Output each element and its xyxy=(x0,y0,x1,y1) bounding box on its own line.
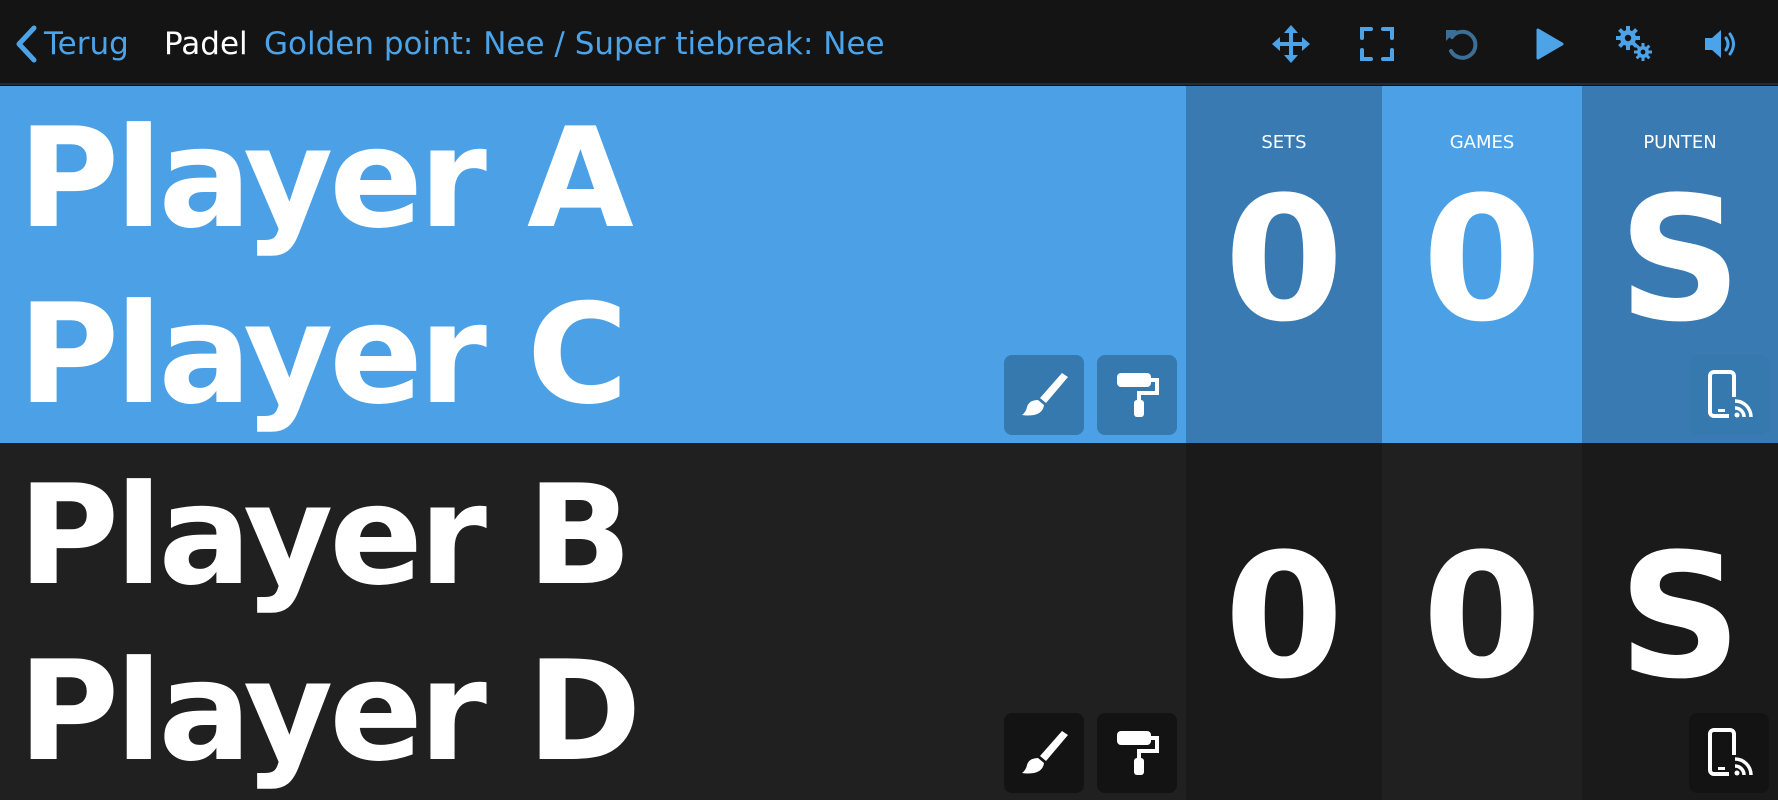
roller-button[interactable] xyxy=(1097,355,1177,435)
move-button[interactable] xyxy=(1269,22,1313,66)
games-header: GAMES xyxy=(1449,132,1515,153)
team-2-row[interactable]: Player B Player D 0 0 S xyxy=(0,443,1778,800)
games-score: 0 xyxy=(1422,516,1542,717)
settings-icon xyxy=(1616,26,1652,61)
match-rules: Golden point: Nee / Super tiebreak: Nee xyxy=(264,26,885,62)
games-column[interactable]: GAMES 0 xyxy=(1382,86,1582,443)
remote-button[interactable] xyxy=(1689,355,1769,435)
remote-button[interactable] xyxy=(1689,713,1769,793)
top-bar: Terug Padel Golden point: Nee / Super ti… xyxy=(0,0,1778,85)
player-name: Player D xyxy=(18,631,642,792)
chevron-left-icon xyxy=(16,25,37,63)
volume-button[interactable] xyxy=(1699,22,1743,66)
paint-roller-icon xyxy=(1117,731,1159,775)
fullscreen-button[interactable] xyxy=(1355,22,1399,66)
paint-brush-icon xyxy=(1022,731,1068,774)
player-name: Player A xyxy=(18,98,634,259)
sets-header: SETS xyxy=(1261,132,1307,153)
sets-column[interactable]: SETS 0 xyxy=(1186,86,1382,443)
play-button[interactable] xyxy=(1526,22,1570,66)
team-1-names: Player A Player C xyxy=(18,86,998,443)
points-score: S xyxy=(1618,159,1742,360)
paint-roller-icon xyxy=(1117,373,1159,417)
back-label: Terug xyxy=(44,26,129,62)
brush-button[interactable] xyxy=(1004,355,1084,435)
undo-icon xyxy=(1446,29,1478,60)
player-name: Player B xyxy=(18,455,632,616)
paint-brush-icon xyxy=(1022,373,1068,416)
phone-cast-icon xyxy=(1708,370,1755,421)
points-score: S xyxy=(1618,516,1742,717)
fullscreen-icon xyxy=(1360,27,1394,61)
sets-column[interactable]: 0 xyxy=(1186,443,1382,800)
points-header: PUNTEN xyxy=(1643,132,1717,153)
play-icon xyxy=(1536,28,1564,60)
games-column[interactable]: 0 xyxy=(1382,443,1582,800)
sport-title: Padel xyxy=(164,26,248,62)
back-button[interactable]: Terug xyxy=(14,22,129,66)
games-score: 0 xyxy=(1422,159,1542,360)
move-icon xyxy=(1272,25,1310,63)
volume-icon xyxy=(1705,30,1735,58)
roller-button[interactable] xyxy=(1097,713,1177,793)
sets-score: 0 xyxy=(1224,516,1344,717)
settings-button[interactable] xyxy=(1612,22,1656,66)
team-2-names: Player B Player D xyxy=(18,443,998,800)
phone-cast-icon xyxy=(1708,728,1755,779)
player-name: Player C xyxy=(18,274,628,435)
undo-button[interactable] xyxy=(1440,22,1484,66)
team-1-row[interactable]: Player A Player C SETS 0 GAMES 0 PUNTEN … xyxy=(0,86,1778,443)
brush-button[interactable] xyxy=(1004,713,1084,793)
sets-score: 0 xyxy=(1224,159,1344,360)
